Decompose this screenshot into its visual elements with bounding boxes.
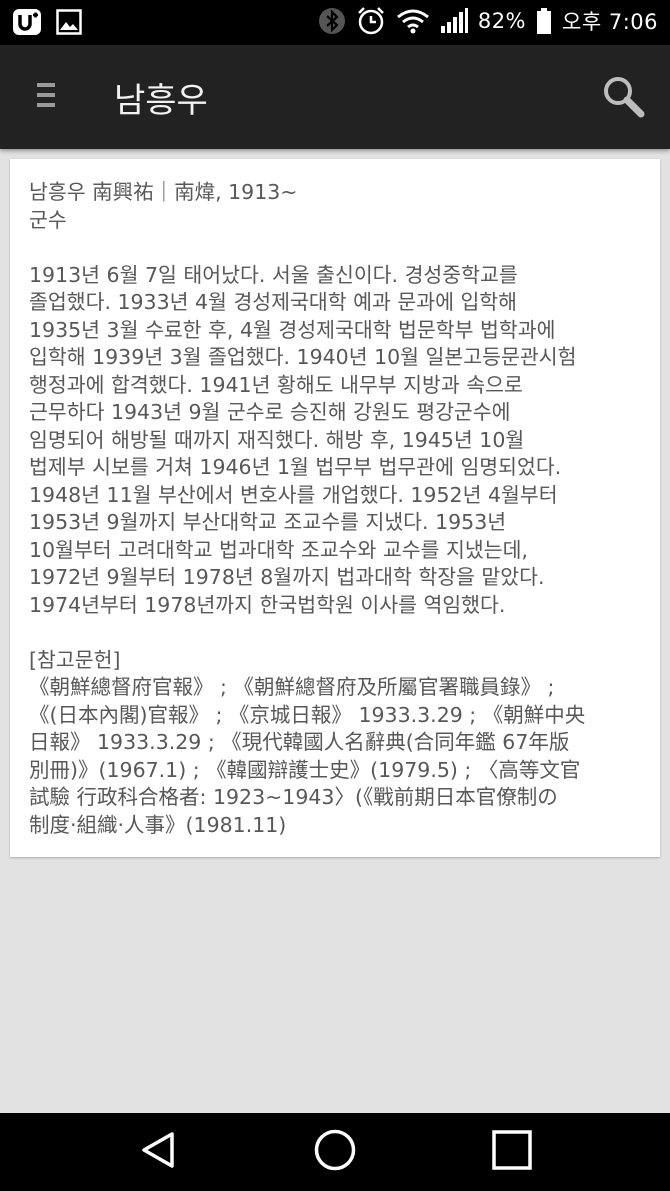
battery-percent: 82% bbox=[477, 9, 527, 33]
alarm-icon bbox=[356, 6, 386, 36]
article-card: 남흥우 南興祐｜南煒, 1913~ 군수 1913년 6월 7일 태어났다. 서… bbox=[10, 159, 660, 857]
article-subheading: 군수 bbox=[29, 207, 67, 232]
article-body: 1913년 6월 7일 태어났다. 서울 출신이다. 경성중학교를 졸업했다. … bbox=[29, 262, 577, 617]
status-bar-right: 82% 오후 7:06 bbox=[318, 6, 658, 36]
wifi-icon bbox=[396, 8, 430, 34]
status-bar: 82% 오후 7:06 bbox=[0, 0, 670, 45]
battery-icon bbox=[536, 7, 552, 35]
recents-button[interactable] bbox=[487, 1127, 537, 1177]
back-button[interactable] bbox=[133, 1127, 183, 1177]
image-icon bbox=[56, 9, 82, 35]
menu-icon bbox=[35, 80, 57, 114]
page-title: 남흥우 bbox=[114, 81, 208, 121]
home-button[interactable] bbox=[310, 1127, 360, 1177]
references-heading: [참고문헌] bbox=[29, 647, 121, 672]
u-plus-icon bbox=[12, 8, 42, 36]
clock: 오후 7:06 bbox=[562, 10, 658, 34]
references-text: 《朝鮮總督府官報》 ; 《朝鮮總督府及所屬官署職員錄》 ; 《(日本內閣)官報》… bbox=[29, 675, 586, 837]
status-bar-left bbox=[12, 8, 82, 36]
signal-icon bbox=[440, 8, 468, 34]
search-icon bbox=[601, 74, 645, 122]
navigation-bar bbox=[0, 1113, 670, 1191]
home-icon bbox=[313, 1128, 357, 1176]
bluetooth-icon bbox=[318, 7, 346, 35]
back-icon bbox=[138, 1130, 178, 1174]
app-bar: 남흥우 bbox=[0, 45, 670, 149]
article-heading: 남흥우 南興祐｜南煒, 1913~ bbox=[29, 180, 298, 204]
recents-icon bbox=[491, 1129, 533, 1175]
menu-button[interactable] bbox=[24, 75, 68, 119]
search-button[interactable] bbox=[598, 73, 648, 123]
